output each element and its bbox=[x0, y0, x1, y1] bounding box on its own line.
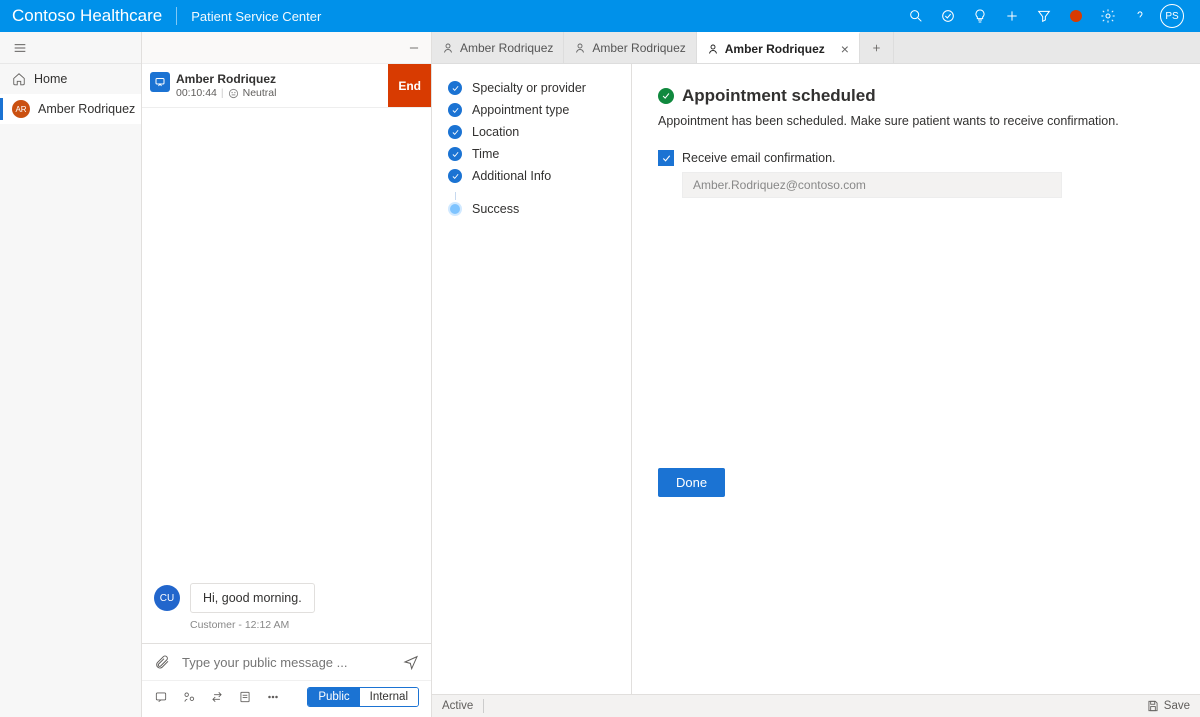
success-subtitle: Appointment has been scheduled. Make sur… bbox=[658, 114, 1174, 128]
person-icon bbox=[442, 42, 454, 54]
tab-0-label: Amber Rodriquez bbox=[460, 41, 553, 55]
nav-home[interactable]: Home bbox=[0, 64, 141, 94]
close-tab-icon[interactable]: × bbox=[841, 41, 849, 57]
compose-input[interactable] bbox=[182, 655, 391, 670]
conversation-body: CU Hi, good morning. Customer - 12:12 AM bbox=[142, 108, 431, 643]
tab-2[interactable]: Amber Rodriquez × bbox=[697, 32, 860, 63]
header-divider bbox=[176, 7, 177, 25]
message-meta: Customer - 12:12 AM bbox=[190, 619, 419, 631]
app-header: Contoso Healthcare Patient Service Cente… bbox=[0, 0, 1200, 32]
plus-icon[interactable] bbox=[996, 0, 1028, 32]
end-conversation-button[interactable]: End bbox=[388, 64, 431, 107]
conversation-header: Amber Rodriquez 00:10:44 | Neutral End bbox=[142, 64, 431, 108]
email-confirmation-checkbox[interactable] bbox=[658, 150, 674, 166]
person-icon bbox=[707, 43, 719, 55]
home-icon bbox=[12, 72, 26, 86]
email-confirmation-label: Receive email confirmation. bbox=[682, 151, 836, 165]
more-icon[interactable] bbox=[266, 690, 280, 704]
minimize-icon[interactable] bbox=[407, 41, 421, 55]
conversation-sentiment: Neutral bbox=[243, 87, 277, 99]
success-check-icon bbox=[658, 88, 674, 104]
detail-pane: Appointment scheduled Appointment has be… bbox=[632, 64, 1200, 694]
task-check-icon[interactable] bbox=[932, 0, 964, 32]
filter-icon[interactable] bbox=[1028, 0, 1060, 32]
search-icon[interactable] bbox=[900, 0, 932, 32]
session-avatar: AR bbox=[12, 100, 30, 118]
quick-replies-icon[interactable] bbox=[154, 690, 168, 704]
tab-1[interactable]: Amber Rodriquez bbox=[564, 32, 696, 63]
success-title: Appointment scheduled bbox=[682, 86, 876, 106]
tab-2-label: Amber Rodriquez bbox=[725, 42, 825, 56]
person-icon bbox=[574, 42, 586, 54]
message-bubble: Hi, good morning. bbox=[190, 583, 315, 613]
consult-icon[interactable] bbox=[182, 690, 196, 704]
step-success[interactable]: Success bbox=[448, 198, 615, 220]
user-avatar[interactable]: PS bbox=[1156, 0, 1188, 32]
channel-chat-icon bbox=[150, 72, 170, 92]
tab-bar: Amber Rodriquez Amber Rodriquez Amber Ro… bbox=[432, 32, 1200, 64]
lightbulb-icon[interactable] bbox=[964, 0, 996, 32]
visibility-internal[interactable]: Internal bbox=[360, 688, 418, 706]
record-indicator-icon[interactable] bbox=[1060, 0, 1092, 32]
visibility-toggle: Public Internal bbox=[307, 687, 419, 707]
add-tab-button[interactable] bbox=[860, 32, 894, 63]
step-additional-info[interactable]: Additional Info bbox=[448, 176, 615, 198]
left-navigation: Home AR Amber Rodriquez bbox=[0, 32, 142, 717]
tab-1-label: Amber Rodriquez bbox=[592, 41, 685, 55]
conversation-name: Amber Rodriquez bbox=[176, 72, 388, 86]
gear-icon[interactable] bbox=[1092, 0, 1124, 32]
done-button[interactable]: Done bbox=[658, 468, 725, 497]
app-subtitle: Patient Service Center bbox=[191, 9, 321, 24]
status-bar: Active Save bbox=[432, 694, 1200, 717]
help-icon[interactable] bbox=[1124, 0, 1156, 32]
attach-icon[interactable] bbox=[154, 654, 170, 670]
brand-title: Contoso Healthcare bbox=[12, 6, 162, 26]
notes-icon[interactable] bbox=[238, 690, 252, 704]
conversation-timer: 00:10:44 bbox=[176, 87, 217, 99]
conversation-panel: Amber Rodriquez 00:10:44 | Neutral End C… bbox=[142, 32, 432, 717]
send-icon[interactable] bbox=[403, 654, 419, 670]
hamburger-menu-icon[interactable] bbox=[0, 32, 141, 64]
save-button[interactable]: Save bbox=[1146, 699, 1190, 713]
email-field[interactable]: Amber.Rodriquez@contoso.com bbox=[682, 172, 1062, 198]
nav-home-label: Home bbox=[34, 72, 67, 86]
nav-session-label: Amber Rodriquez bbox=[38, 102, 135, 116]
tab-0[interactable]: Amber Rodriquez bbox=[432, 32, 564, 63]
compose-area: Public Internal bbox=[142, 643, 431, 717]
content-area: Amber Rodriquez Amber Rodriquez Amber Ro… bbox=[432, 32, 1200, 717]
visibility-public[interactable]: Public bbox=[308, 688, 359, 706]
message-row: CU Hi, good morning. bbox=[154, 583, 419, 613]
step-list: Specialty or provider Appointment type L… bbox=[432, 64, 632, 694]
nav-session[interactable]: AR Amber Rodriquez bbox=[0, 94, 141, 124]
status-state: Active bbox=[442, 700, 473, 712]
save-icon bbox=[1146, 699, 1160, 713]
sentiment-neutral-icon bbox=[228, 88, 239, 99]
transfer-icon[interactable] bbox=[210, 690, 224, 704]
customer-avatar: CU bbox=[154, 585, 180, 611]
